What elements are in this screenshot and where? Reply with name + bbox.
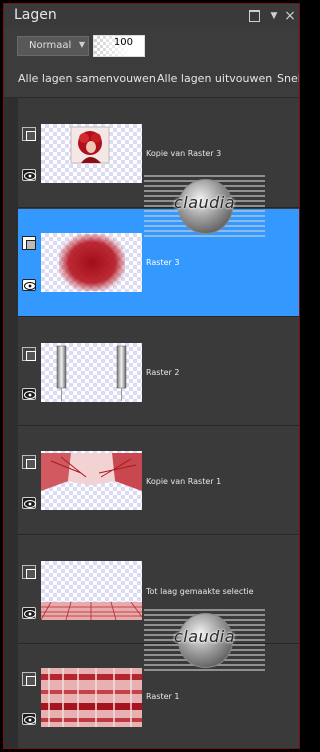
panel-title: Lagen <box>14 7 57 23</box>
layer-row-raster-3[interactable]: Raster 3 <box>18 209 299 317</box>
layer-row-tot-laag-gemaakte-selectie[interactable]: Tot laag gemaakte selectie <box>18 536 299 644</box>
layer-name: Kopie van Raster 3 <box>146 149 222 158</box>
lock-icon[interactable] <box>22 565 36 579</box>
layer-list: Kopie van Raster 3 Raster 3 Raster 2 Kop… <box>4 98 299 748</box>
eye-icon[interactable] <box>22 607 36 619</box>
portrait-thumbnail-icon <box>70 126 110 164</box>
layers-panel: Lagen ▼ × Normaal ▼ 100 Alle lagen samen… <box>3 3 300 749</box>
expand-all-link[interactable]: Alle lagen uitvouwen <box>157 72 272 85</box>
red-block-thumbnail-icon <box>59 234 125 291</box>
layer-thumbnail <box>41 124 142 183</box>
layer-row-raster-2[interactable]: Raster 2 <box>18 318 299 426</box>
close-icon[interactable]: × <box>283 8 297 24</box>
layer-name: Tot laag gemaakte selectie <box>146 587 254 596</box>
chevron-down-icon: ▼ <box>78 40 85 49</box>
panel-titlebar: Lagen ▼ × <box>4 4 299 28</box>
eye-icon[interactable] <box>22 279 36 291</box>
layer-thumbnail <box>41 668 142 727</box>
eye-icon[interactable] <box>22 388 36 400</box>
collapse-all-link[interactable]: Alle lagen samenvouwen <box>18 72 156 85</box>
dropdown-arrow-icon[interactable]: ▼ <box>267 9 281 23</box>
quick-link[interactable]: Snel <box>277 72 299 85</box>
layer-thumbnail <box>41 451 142 510</box>
layer-name: Raster 3 <box>146 258 180 267</box>
eye-icon[interactable] <box>22 497 36 509</box>
layer-row-kopie-van-raster-1[interactable]: Kopie van Raster 1 <box>18 427 299 535</box>
layer-list-rail <box>4 98 18 748</box>
red-floor-thumbnail-icon <box>41 601 142 620</box>
eye-icon[interactable] <box>22 169 36 181</box>
lock-icon[interactable] <box>22 672 36 686</box>
opacity-field[interactable]: 100 <box>93 35 145 57</box>
layer-thumbnail <box>41 343 142 402</box>
layer-toolbar: Normaal ▼ 100 <box>4 28 299 60</box>
layer-row-raster-1[interactable]: Raster 1 <box>18 645 299 748</box>
eye-icon[interactable] <box>22 713 36 725</box>
silver-bars-thumbnail-icon <box>56 345 127 401</box>
lock-icon[interactable] <box>22 127 36 141</box>
lock-icon[interactable] <box>22 455 36 469</box>
red-perspective-thumbnail-icon <box>41 453 142 491</box>
layer-actions-bar: Alle lagen samenvouwen Alle lagen uitvou… <box>4 60 299 98</box>
layer-name: Raster 1 <box>146 692 180 701</box>
lock-icon[interactable] <box>22 347 36 361</box>
layer-name: Raster 2 <box>146 368 180 377</box>
layer-thumbnail <box>41 561 142 620</box>
blend-mode-value: Normaal <box>29 40 72 51</box>
layer-thumbnail <box>41 233 142 292</box>
blend-mode-dropdown[interactable]: Normaal ▼ <box>17 36 89 56</box>
layer-row-kopie-van-raster-3[interactable]: Kopie van Raster 3 <box>18 98 299 208</box>
red-streaks-thumbnail-icon <box>41 668 142 727</box>
restore-icon[interactable] <box>247 9 261 23</box>
lock-icon[interactable] <box>22 236 36 250</box>
layer-name: Kopie van Raster 1 <box>146 477 222 486</box>
